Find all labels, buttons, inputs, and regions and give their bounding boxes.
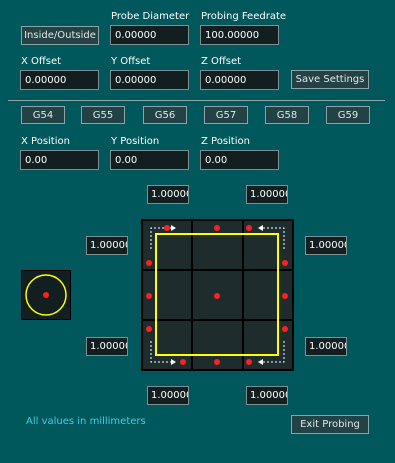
probe-point-bottom-left[interactable] (180, 359, 186, 365)
probe-point-bottom-right[interactable] (246, 359, 252, 365)
probe-diameter-label: Probe Diameter (111, 11, 190, 22)
probe-point-center[interactable] (214, 293, 220, 299)
probe-point-top-right[interactable] (246, 225, 252, 231)
probe-point-top-left[interactable] (164, 225, 170, 231)
probe-point-left-top[interactable] (146, 260, 152, 266)
g56-button[interactable]: G56 (143, 106, 187, 124)
x-position-label: X Position (21, 136, 70, 147)
bottom-right-offset-field[interactable]: 1.00000 (246, 386, 288, 405)
y-offset-label: Y Offset (111, 56, 151, 67)
exit-probing-button[interactable]: Exit Probing (291, 415, 369, 434)
left-top-offset-field[interactable]: 1.00000 (86, 236, 128, 255)
right-top-offset-field[interactable]: 1.00000 (305, 236, 347, 255)
g59-button[interactable]: G59 (326, 106, 370, 124)
x-offset-field[interactable]: 0.00000 (20, 70, 99, 90)
right-bottom-offset-field[interactable]: 1.00000 (305, 337, 347, 356)
probe-point-left-middle[interactable] (146, 293, 152, 299)
y-offset-field[interactable]: 0.00000 (110, 70, 189, 90)
g58-button[interactable]: G58 (265, 106, 309, 124)
x-offset-label: X Offset (21, 56, 62, 67)
z-position-label: Z Position (201, 136, 250, 147)
probe-grid (141, 219, 294, 371)
probe-point-bottom-center[interactable] (214, 359, 220, 365)
probing-feedrate-field[interactable]: 100.00000 (200, 25, 279, 45)
z-offset-field[interactable]: 0.00000 (200, 70, 279, 90)
probe-point-top-center[interactable] (214, 225, 220, 231)
probe-point-right-middle[interactable] (282, 293, 288, 299)
probe-point-left-bottom[interactable] (146, 326, 152, 332)
y-position-field[interactable]: 0.00 (110, 150, 189, 170)
units-note: All values in millimeters (26, 416, 146, 427)
z-offset-label: Z Offset (201, 56, 242, 67)
z-position-field[interactable]: 0.00 (200, 150, 279, 170)
y-position-label: Y Position (111, 136, 160, 147)
circle-probe-icon[interactable] (21, 270, 71, 320)
g54-button[interactable]: G54 (21, 106, 65, 124)
probe-point-right-bottom[interactable] (282, 326, 288, 332)
bottom-left-offset-field[interactable]: 1.00000 (147, 386, 189, 405)
save-settings-button[interactable]: Save Settings (291, 70, 369, 89)
top-left-offset-field[interactable]: 1.00000 (147, 185, 189, 204)
probing-feedrate-label: Probing Feedrate (201, 11, 287, 22)
g57-button[interactable]: G57 (204, 106, 248, 124)
section-divider (8, 100, 385, 101)
top-right-offset-field[interactable]: 1.00000 (246, 185, 288, 204)
probe-point-right-top[interactable] (282, 260, 288, 266)
circle-probe-center-point (43, 292, 49, 298)
left-bottom-offset-field[interactable]: 1.00000 (86, 337, 128, 356)
probe-diameter-field[interactable]: 0.00000 (110, 25, 189, 45)
inside-outside-button[interactable]: Inside/Outside (21, 26, 99, 45)
x-position-field[interactable]: 0.00 (20, 150, 99, 170)
g55-button[interactable]: G55 (81, 106, 125, 124)
